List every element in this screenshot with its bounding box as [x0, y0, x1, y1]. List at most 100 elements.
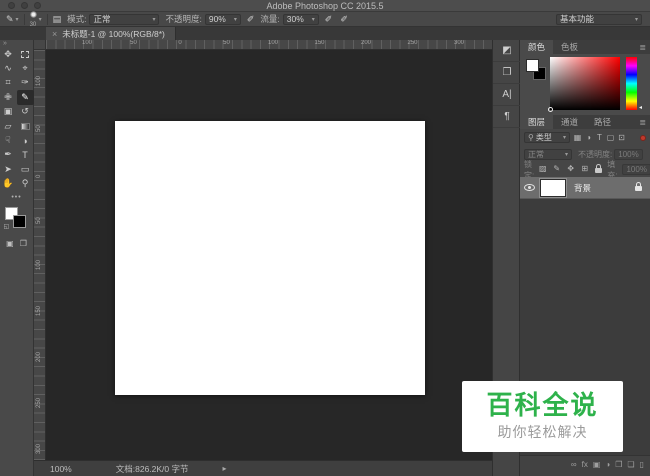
tab-layers[interactable]: 图层: [520, 115, 554, 129]
pressure-size-icon[interactable]: ✐: [340, 14, 348, 24]
lock-transparent-icon[interactable]: ▨: [537, 164, 548, 175]
paragraph-panel-icon[interactable]: ¶: [493, 106, 521, 128]
layer-fill-field[interactable]: 100%: [622, 164, 650, 175]
layer-group-icon[interactable]: ❒: [615, 460, 622, 469]
document-tab[interactable]: × 未标题-1 @ 100%(RGB/8*): [46, 27, 176, 40]
move-tool[interactable]: ✥: [0, 47, 17, 61]
default-colors-icon[interactable]: ◱: [4, 223, 10, 230]
lock-all-icon[interactable]: [593, 164, 604, 175]
layer-thumbnail[interactable]: [539, 177, 567, 198]
crop-tool[interactable]: ⌗: [0, 76, 17, 90]
search-icon: ⚲: [528, 133, 534, 142]
workspace-select[interactable]: 基本功能 ▾: [556, 13, 642, 25]
layer-effects-icon[interactable]: fx: [582, 460, 588, 469]
color-panel-tabs: 颜色 色板 ≣: [520, 40, 650, 54]
layer-blend-row: 正常 ▾ 不透明度: 100%: [520, 146, 650, 162]
h-ruler-label: 300: [453, 40, 465, 46]
h-ruler-label: 100: [267, 40, 279, 46]
toolbar-collapse-icon[interactable]: »: [0, 40, 33, 47]
tab-color[interactable]: 颜色: [520, 40, 554, 54]
document-canvas[interactable]: [115, 121, 425, 395]
new-layer-icon[interactable]: ❏: [627, 460, 634, 469]
lock-artboard-icon[interactable]: ⊞: [579, 164, 590, 175]
ruler-corner[interactable]: [34, 40, 46, 50]
adjustments-panel-icon[interactable]: ◩: [493, 40, 521, 62]
divider: [46, 13, 48, 25]
filter-type-layers-icon[interactable]: T: [594, 133, 605, 142]
type-tool[interactable]: T: [17, 148, 34, 162]
brush-tool[interactable]: ✎: [16, 90, 34, 105]
clone-stamp-tool[interactable]: ▣: [0, 105, 17, 119]
zoom-level-field[interactable]: 100%: [50, 464, 72, 474]
flow-select[interactable]: 30% ▾: [282, 13, 319, 25]
link-layers-icon[interactable]: ∞: [571, 460, 577, 469]
gradient-tool[interactable]: [17, 119, 34, 133]
rectangular-marquee-tool[interactable]: [17, 47, 34, 61]
horizontal-ruler[interactable]: 100 50 0 50 100 150 200 250 300: [46, 40, 492, 50]
quick-mask-icon[interactable]: ▣: [6, 239, 14, 248]
eyedropper-tool[interactable]: ✑: [17, 76, 34, 90]
hand-tool[interactable]: ✋: [0, 177, 17, 191]
tool-preset-picker[interactable]: ✎ ▾: [6, 14, 19, 24]
toggle-brush-panel-icon[interactable]: ▤: [53, 14, 62, 24]
status-menu-icon[interactable]: ▸: [223, 464, 227, 473]
filter-pixel-layers-icon[interactable]: ▦: [572, 133, 583, 142]
panel-menu-icon[interactable]: ≣: [639, 43, 646, 52]
pressure-opacity-icon[interactable]: ✐: [247, 14, 255, 24]
layer-opacity-field[interactable]: 100%: [614, 148, 643, 160]
blend-mode-select[interactable]: 正常 ▾: [89, 13, 160, 25]
eraser-tool[interactable]: ▱: [0, 119, 17, 133]
layer-row[interactable]: 背景: [520, 177, 650, 199]
canvas-pasteboard[interactable]: [46, 50, 492, 460]
filter-shape-layers-icon[interactable]: ▢: [605, 133, 616, 142]
color-swatches: ◱: [4, 206, 29, 233]
zoom-tool[interactable]: ⚲: [17, 177, 34, 191]
path-selection-tool[interactable]: ➤: [0, 162, 17, 176]
layer-mask-icon[interactable]: ▣: [593, 460, 601, 469]
airbrush-icon[interactable]: ✐: [325, 14, 333, 24]
vertical-ruler[interactable]: 100 50 0 50 100 150 200 250 300: [34, 50, 46, 460]
spot-healing-brush-tool[interactable]: ✙: [0, 90, 17, 104]
history-brush-tool[interactable]: ↺: [17, 105, 34, 119]
quick-selection-tool[interactable]: ⌖: [17, 61, 34, 75]
filter-smart-objects-icon[interactable]: ⊡: [616, 133, 627, 142]
more-tools-icon[interactable]: •••: [0, 194, 33, 201]
tab-swatches[interactable]: 色板: [553, 40, 586, 54]
tab-channels[interactable]: 通道: [553, 115, 586, 129]
foreground-color-swatch[interactable]: [526, 59, 539, 72]
smudge-tool[interactable]: ☟: [0, 133, 17, 147]
opacity-select[interactable]: 90% ▾: [204, 13, 241, 25]
character-panel-icon[interactable]: A|: [493, 84, 521, 106]
layer-filter-type-select[interactable]: ⚲ 类型 ▾: [524, 132, 570, 143]
saturation-brightness-picker[interactable]: [548, 57, 620, 112]
v-ruler-label: 50: [36, 217, 42, 224]
background-color-swatch[interactable]: [12, 214, 26, 228]
h-ruler-label: 150: [314, 40, 325, 46]
adjustment-layer-icon[interactable]: ◑: [605, 460, 610, 469]
libraries-panel-icon[interactable]: ❐: [493, 62, 521, 84]
v-ruler-label: 50: [36, 125, 42, 132]
v-ruler-label: 0: [36, 174, 42, 178]
options-bar: ✎ ▾ 30 ▾ ▤ 模式: 正常 ▾ 不透明度: 90% ▾ ✐ 流量: 30…: [0, 10, 650, 28]
layer-filter-toggle[interactable]: [640, 134, 646, 141]
opacity-label: 不透明度:: [165, 14, 202, 24]
layer-visibility-toggle[interactable]: [520, 184, 538, 191]
delete-layer-icon[interactable]: ▯: [640, 460, 644, 469]
h-ruler-label: 200: [360, 40, 372, 46]
panel-menu-icon[interactable]: ≣: [639, 118, 646, 127]
tab-paths[interactable]: 路径: [586, 115, 619, 129]
watermark-title: 百科全说: [486, 390, 599, 421]
opacity-value: 90%: [208, 14, 226, 24]
dodge-tool[interactable]: ◑: [17, 133, 34, 147]
lock-position-icon[interactable]: ✥: [565, 164, 576, 175]
lock-pixels-icon[interactable]: ✎: [551, 164, 562, 175]
lasso-tool[interactable]: ∿: [0, 61, 17, 75]
rectangle-shape-tool[interactable]: ▭: [17, 162, 34, 176]
brush-preset-picker[interactable]: 30 ▾: [29, 10, 42, 28]
screen-mode-icon[interactable]: ❐: [20, 239, 27, 248]
pen-tool[interactable]: ✒: [0, 148, 17, 162]
hue-slider[interactable]: ◂: [626, 57, 642, 111]
close-tab-icon[interactable]: ×: [52, 29, 57, 39]
tools-panel: » ✥ ∿ ⌖ ⌗ ✑ ✙ ✎ ▣ ↺ ▱ ☟ ◑ ✒ T ➤ ▭ ✋ ⚲ ••• ◱ ▣ ❐: [0, 40, 34, 476]
filter-adjustment-layers-icon[interactable]: ◑: [583, 133, 594, 142]
